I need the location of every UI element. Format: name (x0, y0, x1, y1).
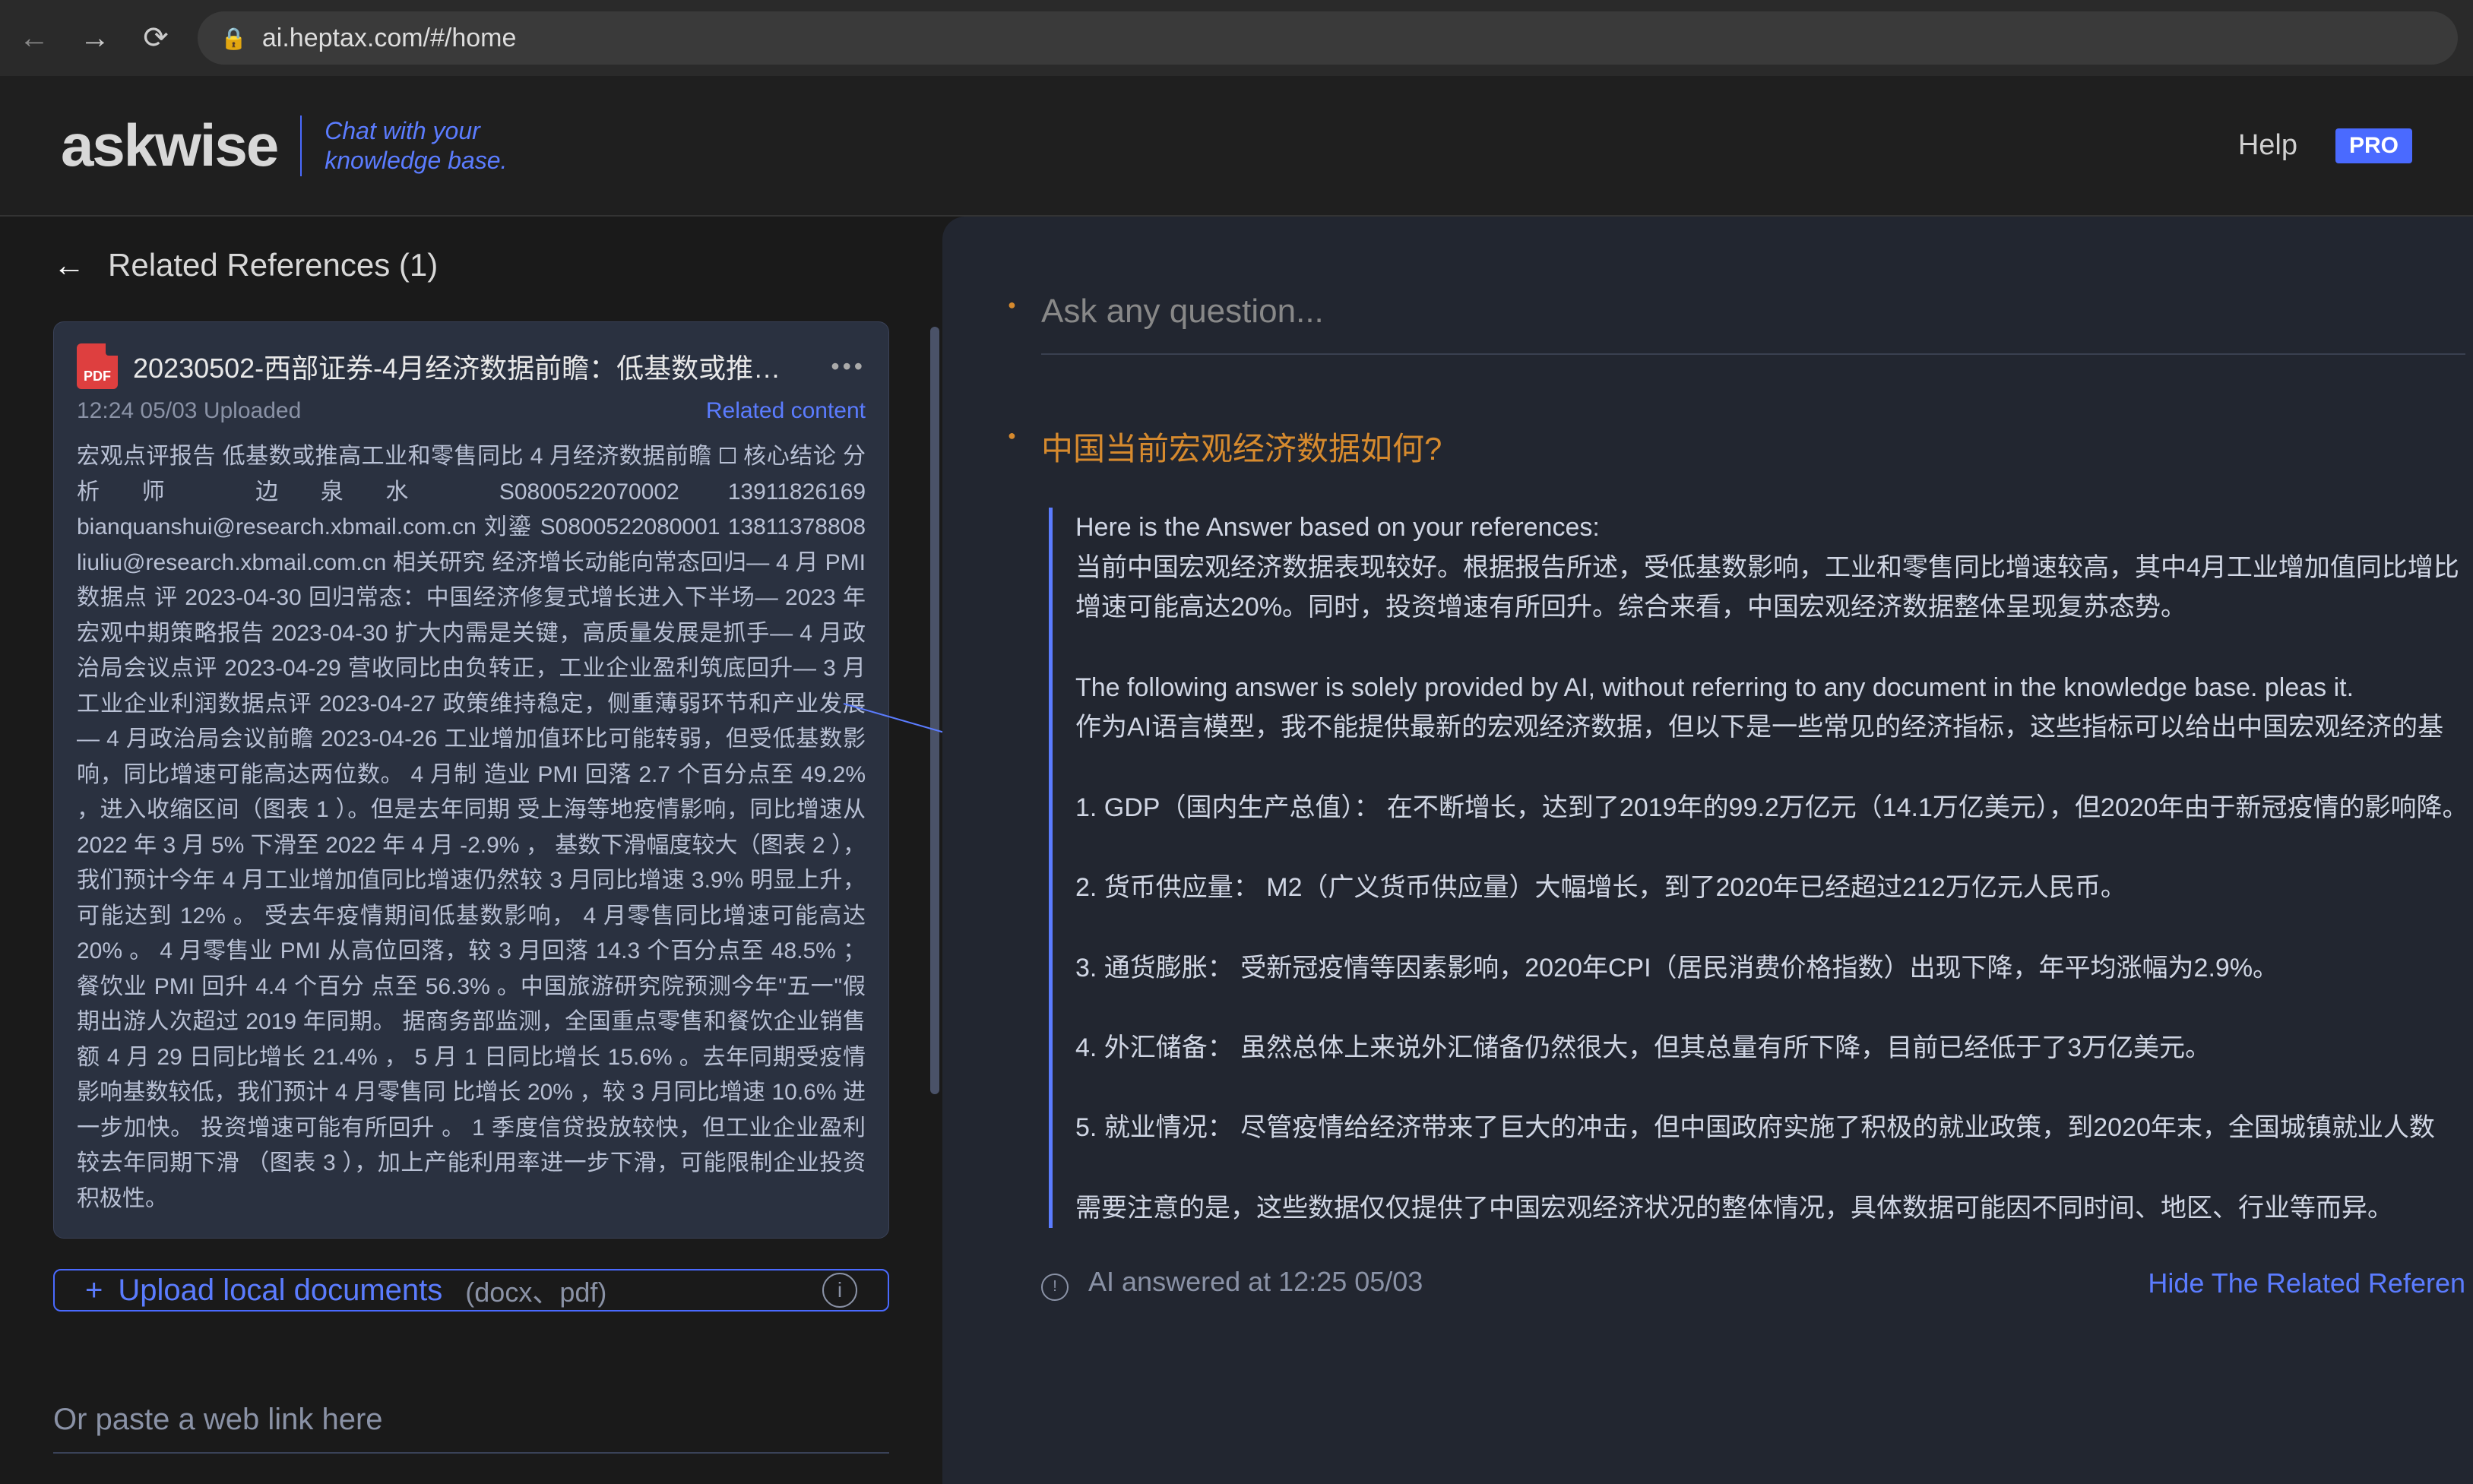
left-panel: ← Related References (1) PDF 20230502-西部… (0, 217, 942, 1484)
tagline: Chat with your knowledge base. (325, 116, 507, 175)
forward-icon[interactable]: → (76, 19, 114, 57)
upload-label: Upload local documents (118, 1274, 442, 1308)
pdf-icon: PDF (77, 343, 118, 389)
chat-panel: Ask any question... 中国当前宏观经济数据如何? Here i… (942, 217, 2473, 1484)
back-arrow-icon[interactable]: ← (53, 247, 85, 283)
header-right: Help PRO (2238, 128, 2412, 163)
clock-icon: ! (1041, 1274, 1069, 1301)
ask-input[interactable]: Ask any question... (1041, 293, 2465, 355)
reload-icon[interactable]: ⟳ (137, 19, 175, 57)
help-link[interactable]: Help (2238, 129, 2297, 162)
answer-footer: ! AI answered at 12:25 05/03 Hide The Re… (1041, 1266, 2473, 1301)
scrollbar[interactable] (930, 327, 939, 1094)
app-header: askwise Chat with your knowledge base. H… (0, 76, 2473, 217)
document-card-header: PDF 20230502-西部证券-4月经济数据前瞻：低基数或推… ••• (77, 343, 866, 389)
related-content-link[interactable]: Related content (706, 398, 866, 424)
url-text: ai.heptax.com/#/home (262, 24, 517, 53)
upload-button[interactable]: + Upload local documents (docx、pdf) i (53, 1269, 889, 1312)
upload-formats: (docx、pdf) (465, 1270, 606, 1310)
references-title: Related References (1) (108, 247, 438, 283)
question-text: 中国当前宏观经济数据如何? (1041, 423, 2473, 470)
weblink-input[interactable]: Or paste a web link here (53, 1387, 889, 1454)
document-meta: 12:24 05/03 Uploaded (77, 398, 301, 424)
hide-references-link[interactable]: Hide The Related Referen (2148, 1267, 2465, 1299)
more-icon[interactable]: ••• (831, 353, 866, 381)
plus-icon: + (85, 1274, 103, 1308)
lock-icon: 🔒 (220, 26, 247, 51)
document-card[interactable]: PDF 20230502-西部证券-4月经济数据前瞻：低基数或推… ••• 12… (53, 321, 889, 1239)
answer-text: Here is the Answer based on your referen… (1075, 508, 2473, 1228)
question-block: 中国当前宏观经济数据如何? (1041, 423, 2473, 470)
references-header: ← Related References (1) (53, 247, 889, 283)
answer-timestamp: ! AI answered at 12:25 05/03 (1041, 1266, 1423, 1301)
main: ← Related References (1) PDF 20230502-西部… (0, 217, 2473, 1484)
logo-block: askwise Chat with your knowledge base. (61, 111, 507, 180)
logo[interactable]: askwise (61, 111, 277, 180)
answer-block: Here is the Answer based on your referen… (1049, 508, 2473, 1228)
info-icon[interactable]: i (822, 1273, 857, 1308)
url-bar[interactable]: 🔒 ai.heptax.com/#/home (198, 11, 2458, 65)
document-title: 20230502-西部证券-4月经济数据前瞻：低基数或推… (133, 346, 815, 386)
logo-divider (300, 115, 302, 176)
document-body: 宏观点评报告 低基数或推高工业和零售同比 4 月经济数据前瞻 🞏 核心结论 分析… (77, 439, 866, 1217)
document-meta-row: 12:24 05/03 Uploaded Related content (77, 398, 866, 424)
pro-badge[interactable]: PRO (2335, 128, 2412, 163)
back-icon[interactable]: ← (15, 19, 53, 57)
browser-bar: ← → ⟳ 🔒 ai.heptax.com/#/home (0, 0, 2473, 76)
